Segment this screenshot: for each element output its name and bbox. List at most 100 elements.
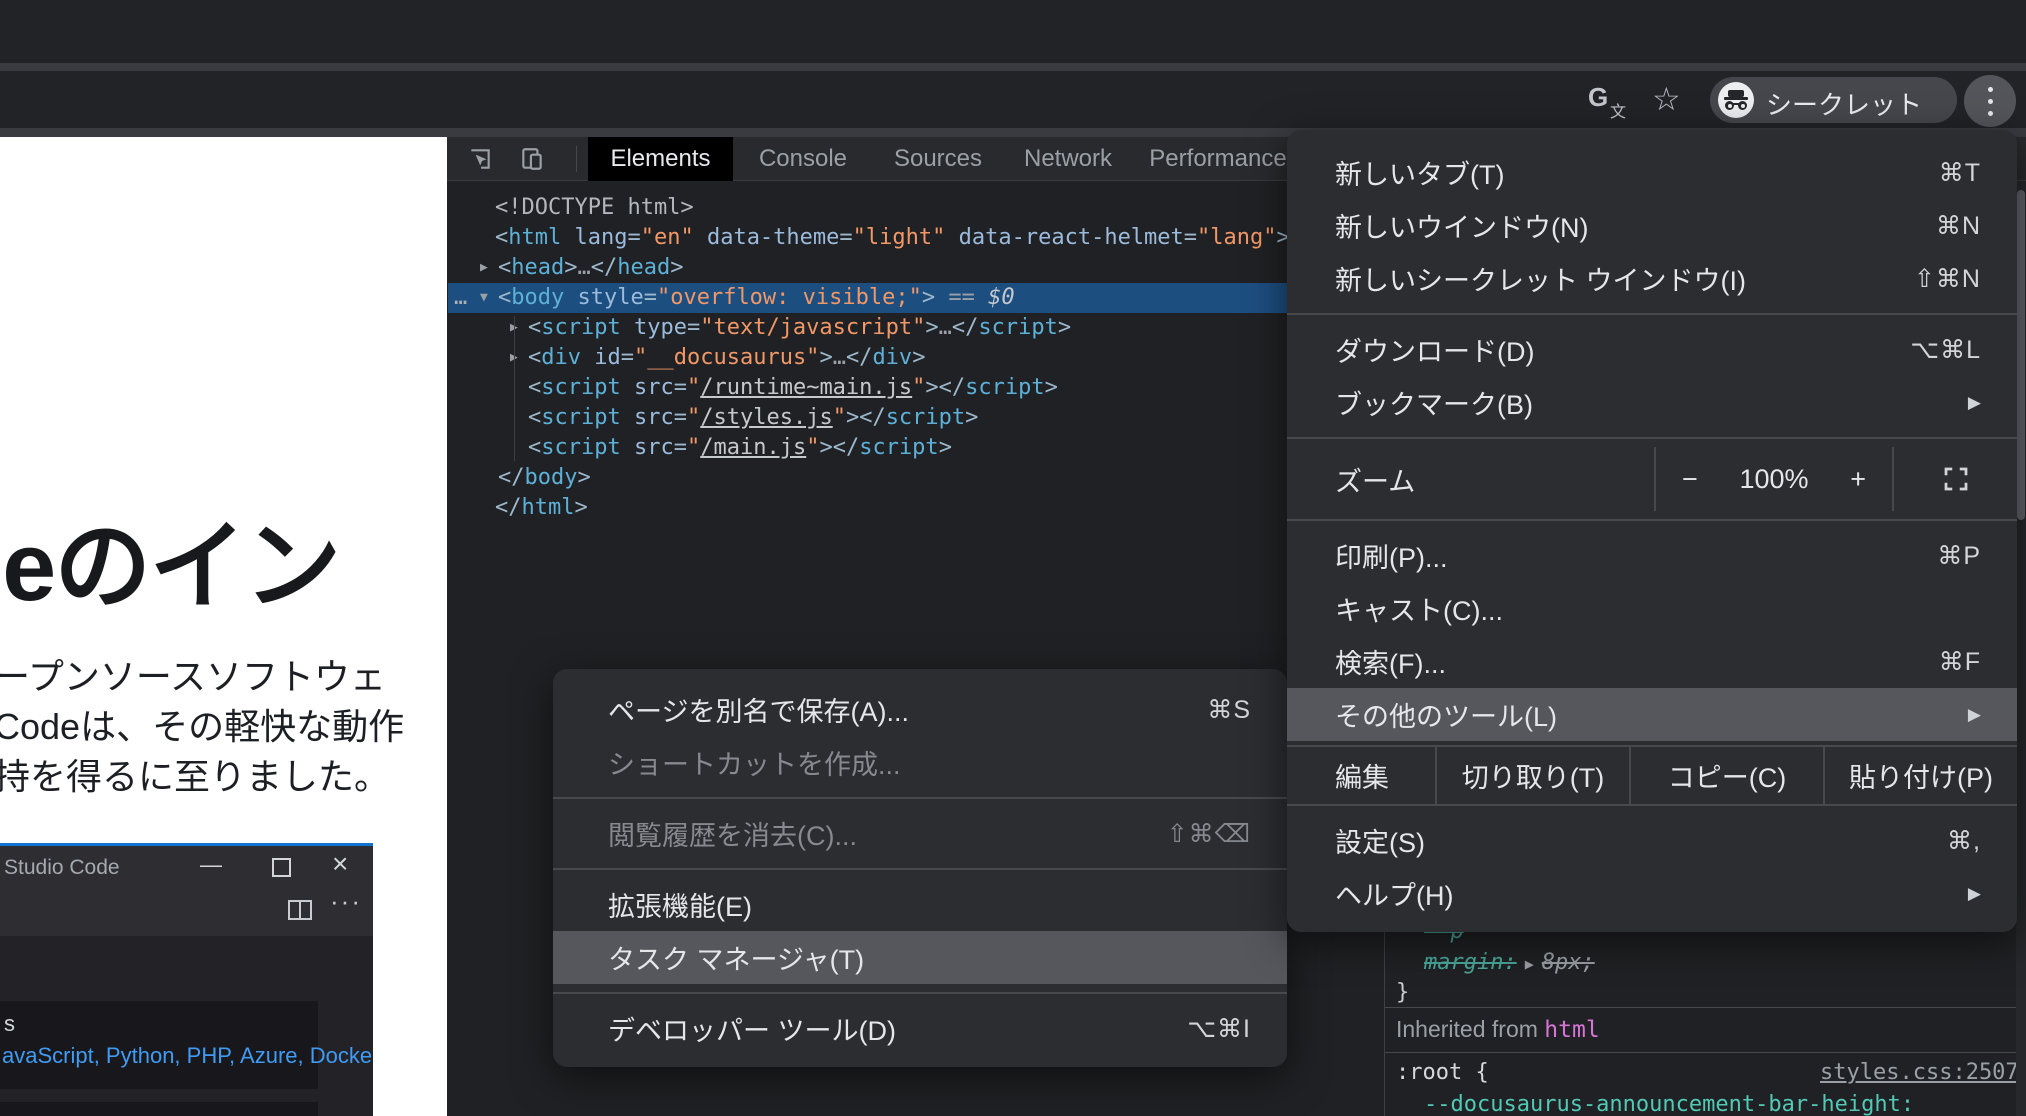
submenu-arrow-icon: ▶ <box>1968 884 1981 904</box>
menu-item-print[interactable]: 印刷(P)...⌘P <box>1287 529 2017 582</box>
menu-item-cast[interactable]: キャスト(C)... <box>1287 582 2017 635</box>
stylesheet-link[interactable]: styles.css:2507 <box>1820 1058 2019 1088</box>
dom-tree-node[interactable]: …▼<body style="overflow: visible;"> == $… <box>448 283 1384 313</box>
zoom-in-button[interactable]: + <box>1850 464 1866 495</box>
close-icon: × <box>332 848 348 880</box>
menu-item-label: その他のツール(L) <box>1335 695 1956 734</box>
dom-tree: <!DOCTYPE html><html lang="en" data-them… <box>448 193 1384 523</box>
menu-item-label: 閲覧履歴を消去(C)... <box>608 814 1167 853</box>
menu-item-new-incognito-window[interactable]: 新しいシークレット ウインドウ(I)⇧⌘N <box>1287 252 2017 305</box>
disclosure-arrow-icon[interactable]: ▶ <box>510 343 528 373</box>
menu-item-label: 検索(F)... <box>1335 642 1939 681</box>
menu-item-edit: 編集 <box>1287 747 1435 804</box>
inspect-element-icon[interactable] <box>467 146 493 177</box>
menu-shortcut: ⌘T <box>1939 158 1981 188</box>
dom-tree-node[interactable]: </body> <box>448 463 1384 493</box>
dom-tree-node[interactable]: ▶<head>…</head> <box>448 253 1384 283</box>
menu-separator <box>1287 437 2017 439</box>
chrome-main-menu: 新しいタブ(T)⌘T新しいウインドウ(N)⌘N新しいシークレット ウインドウ(I… <box>1287 130 2017 932</box>
dom-tree-node[interactable]: <html lang="en" data-theme="light" data-… <box>448 223 1384 253</box>
device-toolbar-icon[interactable] <box>519 146 545 177</box>
menu-shortcut: ⇧⌘N <box>1914 264 1981 294</box>
minimize-icon: — <box>200 852 222 878</box>
fullscreen-icon <box>1941 464 1971 494</box>
menu-item-downloads[interactable]: ダウンロード(D)⌥⌘L <box>1287 323 2017 376</box>
menu-item-label: ブックマーク(B) <box>1335 383 1956 422</box>
dom-tree-node[interactable]: </html> <box>448 493 1384 523</box>
menu-item-developer-tools[interactable]: デベロッパー ツール(D)⌥⌘I <box>553 1002 1287 1055</box>
menu-item-paste[interactable]: 貼り付け(P) <box>1823 747 2017 804</box>
menu-item-label: 新しいタブ(T) <box>1335 153 1939 192</box>
css-variable-row[interactable]: --docusaurus-announcement-bar-height: <box>1424 1090 1914 1116</box>
menu-shortcut: ⌥⌘I <box>1187 1014 1251 1044</box>
zoom-label: ズーム <box>1287 447 1654 511</box>
zoom-controls: − 100% + <box>1654 447 1894 511</box>
menu-item-help[interactable]: ヘルプ(H)▶ <box>1287 867 2017 920</box>
tab-network[interactable]: Network <box>1003 137 1133 181</box>
menu-item-find[interactable]: 検索(F)...⌘F <box>1287 635 2017 688</box>
menu-item-cut[interactable]: 切り取り(T) <box>1435 747 1629 804</box>
menu-item-bookmarks[interactable]: ブックマーク(B) ▶ <box>1287 376 2017 429</box>
menu-shortcut: ⌘N <box>1936 211 1981 241</box>
menu-item-new-window[interactable]: 新しいウインドウ(N)⌘N <box>1287 199 2017 252</box>
menu-item-label: キャスト(C)... <box>1335 589 1981 628</box>
menu-item-more-tools[interactable]: その他のツール(L)▶ <box>1287 688 2017 741</box>
menu-item-copy[interactable]: コピー(C) <box>1629 747 1823 804</box>
inherited-selector[interactable]: html <box>1544 1017 1599 1043</box>
submenu-arrow-icon: ▶ <box>1968 393 1981 413</box>
page-text-line: Codeは、その軽快な動作 <box>0 698 404 750</box>
css-rule-selector[interactable]: :root { <box>1396 1058 1489 1088</box>
indent-guide <box>514 316 515 461</box>
menu-item-create-shortcut[interactable]: ショートカットを作成... <box>553 736 1287 789</box>
tab-performance[interactable]: Performance <box>1133 137 1303 181</box>
menu-shortcut: ⌥⌘L <box>1910 335 1981 365</box>
menu-item-settings[interactable]: 設定(S)⌘, <box>1287 814 2017 867</box>
hidden-nodes-indicator: … <box>454 283 467 313</box>
disclosure-arrow-icon[interactable]: ▶ <box>480 253 498 283</box>
menu-separator <box>1287 519 2017 521</box>
scrollbar-thumb[interactable] <box>2017 190 2025 520</box>
zoom-out-button[interactable]: − <box>1682 464 1698 495</box>
menu-separator <box>1287 313 2017 315</box>
disclosure-arrow-icon[interactable]: ▶ <box>510 313 528 343</box>
menu-item-zoom: ズーム− 100% + <box>1287 447 2017 511</box>
more-actions-icon: ··· <box>330 886 362 917</box>
menu-item-label: 新しいシークレット ウインドウ(I) <box>1335 259 1914 298</box>
css-property-row[interactable]: margin:▶8px; <box>1424 948 1595 978</box>
dom-tree-node[interactable]: <script src="/main.js"></script> <box>448 433 1384 463</box>
clipped-style-line: p <box>1424 931 1644 944</box>
menu-item-task-manager[interactable]: タスク マネージャ(T) <box>553 931 1287 984</box>
vscode-screenshot: Studio Code — × ··· s avaScript, Python,… <box>0 843 373 1116</box>
expand-arrow-icon: ▶ <box>1525 955 1534 973</box>
split-editor-icon <box>288 900 312 925</box>
zoom-value: 100% <box>1739 464 1808 495</box>
incognito-label: シークレット <box>1766 85 1922 122</box>
menu-item-clear-browsing-data[interactable]: 閲覧履歴を消去(C)...⇧⌘⌫ <box>553 807 1287 860</box>
dom-tree-node[interactable]: ▶<div id="__docusaurus">…</div> <box>448 343 1384 373</box>
devtools-tabs: ElementsConsoleSourcesNetworkPerformance <box>588 137 1303 181</box>
tab-sources[interactable]: Sources <box>873 137 1003 181</box>
bookmark-star-icon[interactable]: ☆ <box>1652 80 1681 118</box>
dom-tree-node[interactable]: <script src="/runtime~main.js"></script> <box>448 373 1384 403</box>
page-title: deのイン <box>0 487 339 628</box>
translate-icon[interactable]: G文 <box>1588 84 1624 120</box>
fullscreen-button[interactable] <box>1894 447 2017 511</box>
dom-tree-node[interactable]: ▶<script type="text/javascript">…</scrip… <box>448 313 1384 343</box>
menu-item-extensions[interactable]: 拡張機能(E) <box>553 878 1287 931</box>
tab-elements[interactable]: Elements <box>588 137 733 181</box>
dom-tree-node[interactable]: <script src="/styles.js"></script> <box>448 403 1384 433</box>
dom-tree-node[interactable]: <!DOCTYPE html> <box>448 193 1384 223</box>
page-text-line: ープンソースソフトウェ <box>0 648 386 700</box>
menu-shortcut: ⌘S <box>1207 695 1251 725</box>
menu-item-new-tab[interactable]: 新しいタブ(T)⌘T <box>1287 146 2017 199</box>
menu-shortcut: ⌘, <box>1947 826 1981 856</box>
incognito-badge: シークレット <box>1710 77 1957 123</box>
tab-console[interactable]: Console <box>733 137 873 181</box>
menu-item-save-page-as[interactable]: ページを別名で保存(A)...⌘S <box>553 683 1287 736</box>
disclosure-arrow-icon[interactable]: ▼ <box>480 283 498 313</box>
menu-item-label: 拡張機能(E) <box>608 885 1251 924</box>
browser-menu-button[interactable] <box>1964 75 2016 127</box>
vscode-card-text: s <box>4 1011 15 1037</box>
css-close-brace: } <box>1396 978 1409 1008</box>
menu-item-label: デベロッパー ツール(D) <box>608 1009 1187 1048</box>
